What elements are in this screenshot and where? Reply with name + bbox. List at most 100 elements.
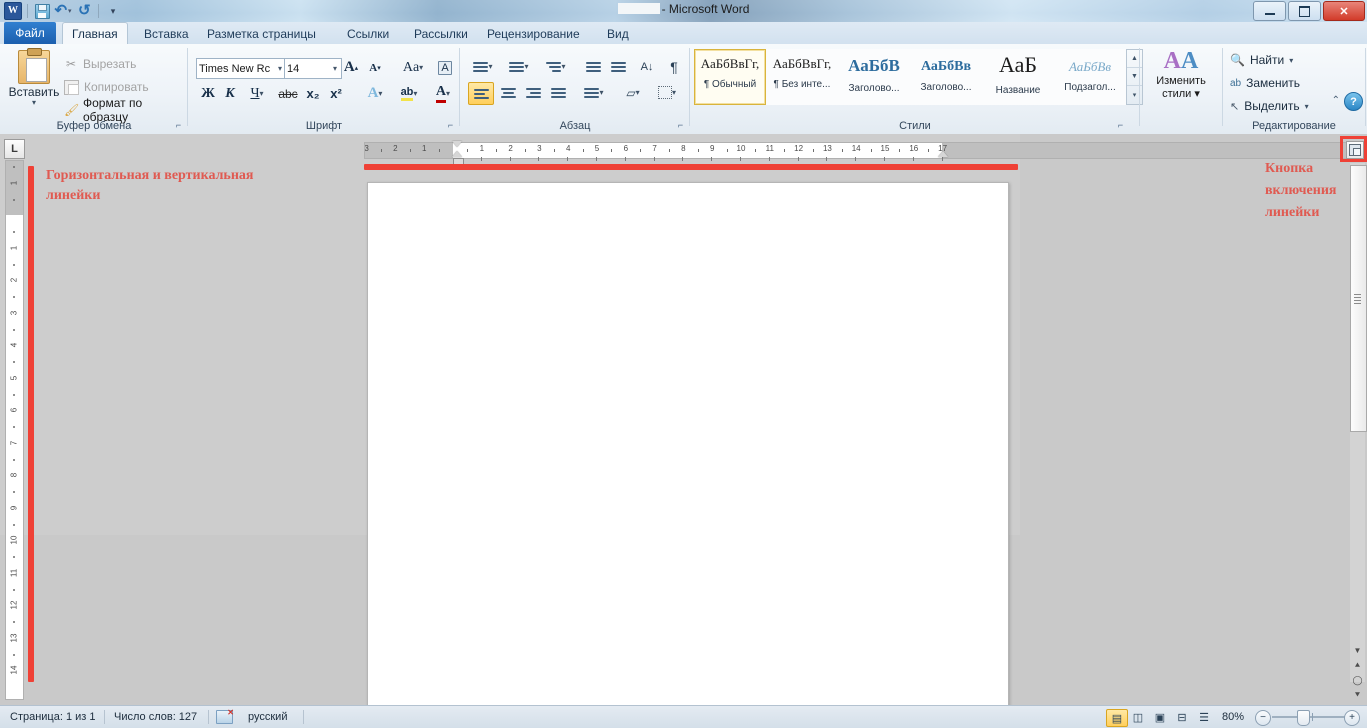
vertical-ruler[interactable]: 1 1 2 3 4 5 6 7 8 9 10 11 12 13 14 [5, 160, 24, 700]
justify-button[interactable] [546, 82, 570, 103]
subscript-button[interactable]: x₂ [302, 83, 324, 104]
change-case-button[interactable]: Aa ▾ [396, 57, 430, 78]
align-right-button[interactable] [521, 82, 545, 103]
font-name-combo[interactable]: Times New Rc ▾ [196, 58, 287, 79]
chevron-down-icon[interactable]: ▾ [672, 88, 676, 97]
previous-page-button[interactable]: ⯅ [1350, 658, 1365, 673]
font-dialog-launcher[interactable]: ⌐ [445, 120, 456, 131]
multilevel-list-button[interactable]: ▾ [540, 56, 572, 77]
undo-button[interactable]: ↶ ▾ [54, 2, 72, 20]
zoom-slider-handle[interactable] [1297, 710, 1310, 726]
view-draft-button[interactable]: ☰ [1194, 709, 1214, 725]
zoom-in-button[interactable]: + [1344, 710, 1360, 726]
text-effects-button[interactable]: A ▾ [360, 83, 390, 104]
bold-button[interactable]: Ж [198, 83, 218, 104]
chevron-down-icon[interactable]: ▾ [419, 63, 423, 72]
style-no-spacing[interactable]: АаБбВвГг, ¶ Без инте... [766, 49, 838, 105]
view-outline-button[interactable]: ⊟ [1172, 709, 1192, 725]
chevron-down-icon[interactable]: ▾ [1194, 88, 1200, 100]
font-size-combo[interactable]: 14 ▾ [284, 58, 342, 79]
replace-button[interactable]: ab Заменить [1230, 73, 1300, 93]
redo-button[interactable]: ↻ [75, 2, 93, 20]
styles-dialog-launcher[interactable]: ⌐ [1115, 120, 1126, 131]
zoom-out-button[interactable]: − [1255, 710, 1271, 726]
underline-button[interactable]: Ч ▾ [243, 83, 271, 104]
clipboard-dialog-launcher[interactable]: ⌐ [173, 120, 184, 131]
zoom-slider-track[interactable] [1272, 716, 1348, 718]
paragraph-dialog-launcher[interactable]: ⌐ [675, 120, 686, 131]
select-button[interactable]: ↖ Выделить ▾ [1230, 96, 1309, 116]
minimize-button[interactable] [1253, 1, 1286, 21]
style-title[interactable]: АаБ Название [982, 49, 1054, 105]
show-formatting-marks-button[interactable]: ¶ [664, 56, 684, 77]
save-button[interactable] [33, 2, 51, 20]
hanging-indent-marker[interactable] [452, 151, 462, 157]
style-heading-1[interactable]: АаБбВ Заголово... [838, 49, 910, 105]
tab-page-layout[interactable]: Разметка страницы [198, 23, 325, 44]
strikethrough-button[interactable]: abc [276, 83, 300, 104]
find-button[interactable]: 🔍 Найти ▾ [1230, 50, 1293, 70]
clear-formatting-button[interactable]: A [434, 57, 456, 78]
cut-button[interactable]: ✂ Вырезать [64, 54, 136, 74]
select-browse-object-button[interactable]: ◯ [1350, 673, 1365, 688]
tab-insert[interactable]: Вставка [135, 23, 198, 44]
increase-indent-button[interactable] [607, 56, 629, 77]
next-page-button[interactable]: ⯆ [1350, 688, 1365, 703]
chevron-down-icon[interactable]: ▾ [561, 62, 565, 71]
right-indent-marker[interactable] [938, 151, 948, 157]
decrease-indent-button[interactable] [582, 56, 604, 77]
view-web-layout-button[interactable]: ▣ [1150, 709, 1170, 725]
font-color-button[interactable]: A ▾ [428, 83, 458, 104]
align-left-button[interactable] [468, 82, 494, 105]
tab-file[interactable]: Файл [4, 22, 56, 44]
align-center-button[interactable] [496, 82, 520, 103]
maximize-button[interactable] [1288, 1, 1321, 21]
line-spacing-button[interactable]: ▾ [578, 82, 610, 103]
tab-mailings[interactable]: Рассылки [405, 23, 477, 44]
copy-button[interactable]: Копировать [64, 77, 149, 97]
scroll-down-button[interactable]: ▼ [1350, 643, 1365, 658]
italic-button[interactable]: К [220, 83, 240, 104]
chevron-down-icon[interactable]: ▾ [446, 89, 450, 98]
chevron-down-icon[interactable]: ▾ [1305, 102, 1309, 111]
word-count[interactable]: Число слов: 127 [114, 710, 197, 724]
word-logo-icon[interactable]: W [4, 2, 22, 20]
page-indicator[interactable]: Страница: 1 из 1 [10, 710, 96, 724]
format-painter-button[interactable]: 🖌 Формат по образцу [64, 96, 188, 124]
chevron-down-icon[interactable]: ▾ [524, 62, 528, 71]
view-print-layout-button[interactable]: ▤ [1106, 709, 1128, 727]
style-subtitle[interactable]: АаБбВв Подзагол... [1054, 49, 1126, 105]
customize-qat-button[interactable]: ▾ [104, 2, 122, 20]
sort-button[interactable]: А↓ [636, 56, 658, 77]
style-heading-2[interactable]: АаБбВв Заголово... [910, 49, 982, 105]
close-button[interactable]: ✕ [1323, 1, 1365, 21]
shrink-font-button[interactable]: A ▾ [364, 57, 386, 78]
borders-button[interactable]: ▾ [652, 82, 682, 103]
paste-button[interactable]: Вставить ▾ [8, 48, 60, 114]
chevron-down-icon[interactable]: ▾ [599, 88, 603, 97]
chevron-down-icon[interactable]: ▾ [636, 88, 640, 97]
grow-font-button[interactable]: A ▴ [340, 57, 362, 78]
chevron-down-icon[interactable]: ▾ [413, 89, 417, 98]
proofing-status-button[interactable] [216, 708, 234, 724]
superscript-button[interactable]: x² [325, 83, 347, 104]
zoom-level-label[interactable]: 80% [1222, 711, 1244, 723]
numbering-button[interactable]: ▾ [504, 56, 534, 77]
chevron-down-icon[interactable]: ▾ [260, 89, 264, 98]
style-normal[interactable]: АаБбВвГг, ¶ Обычный [694, 49, 766, 105]
tab-references[interactable]: Ссылки [338, 23, 398, 44]
paste-caret-icon[interactable]: ▾ [8, 99, 60, 107]
view-ruler-button[interactable] [1346, 141, 1364, 159]
document-page[interactable] [367, 182, 1009, 708]
highlight-button[interactable]: ab ▾ [393, 83, 425, 104]
language-indicator[interactable]: русский [248, 710, 287, 724]
chevron-down-icon[interactable]: ▾ [488, 62, 492, 71]
tab-review[interactable]: Рецензирование [478, 23, 589, 44]
chevron-down-icon[interactable]: ▾ [1289, 56, 1293, 65]
chevron-down-icon[interactable]: ▾ [333, 64, 339, 73]
undo-caret-icon[interactable]: ▾ [68, 7, 72, 15]
tab-home[interactable]: Главная [62, 22, 128, 45]
shading-button[interactable]: ▱ ▾ [618, 82, 648, 103]
chevron-down-icon[interactable]: ▾ [378, 89, 382, 98]
tab-selector-button[interactable]: L [4, 139, 25, 159]
